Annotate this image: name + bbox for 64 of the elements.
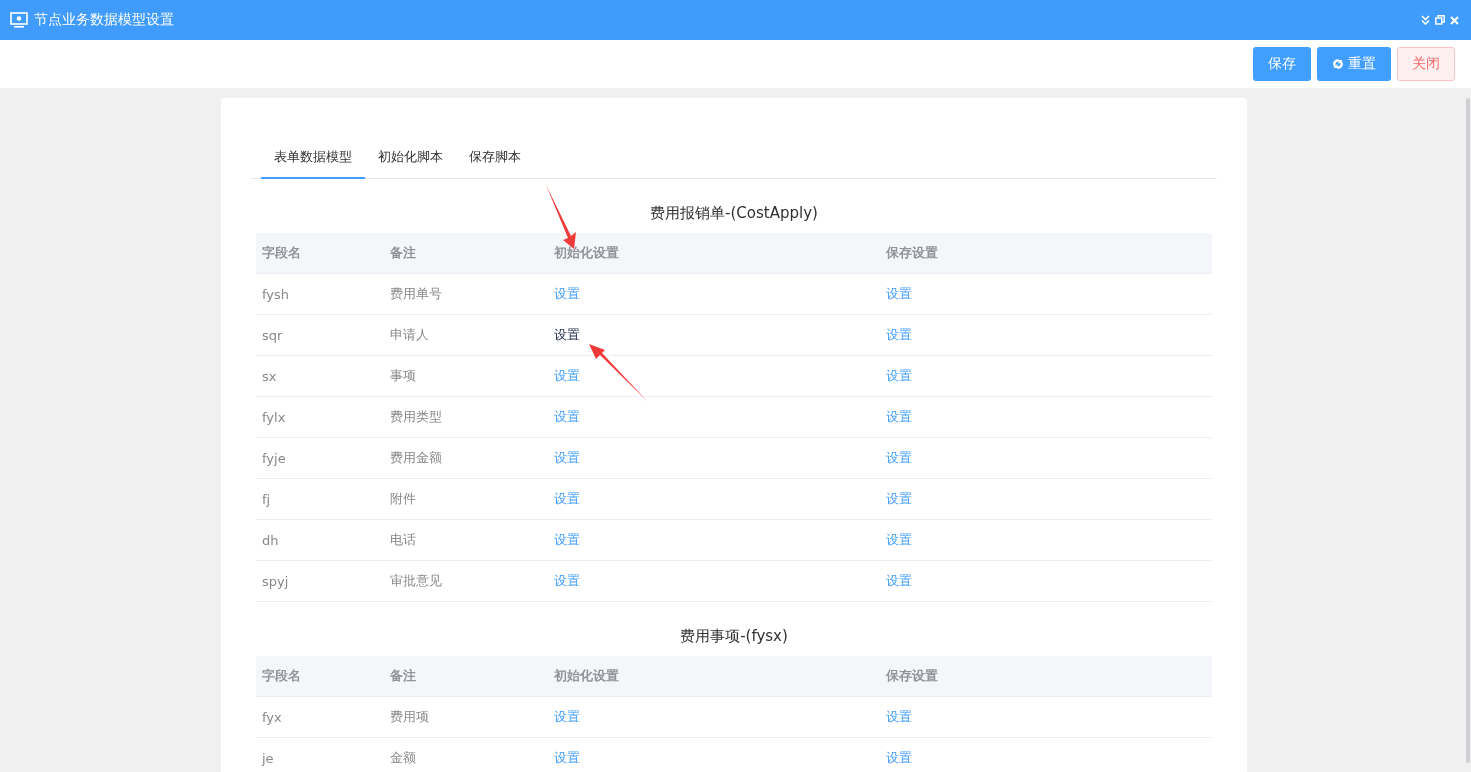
settings-link[interactable]: 设置 (886, 709, 912, 724)
table-cell: 费用类型 (390, 408, 442, 426)
settings-link[interactable]: 设置 (554, 409, 580, 424)
table-cell: 费用单号 (390, 285, 442, 303)
table-cell: 申请人 (390, 326, 429, 344)
settings-link[interactable]: 设置 (886, 573, 912, 588)
column-header: 字段名 (262, 244, 301, 262)
column-header: 保存设置 (886, 244, 938, 262)
settings-link[interactable]: 设置 (554, 327, 580, 342)
table-title: 费用报销单-(CostApply) (650, 203, 818, 224)
column-header: 初始化设置 (554, 244, 619, 262)
table-cell: 费用项 (390, 708, 429, 726)
restore-icon[interactable] (1435, 15, 1445, 25)
table-cell: spyj (262, 573, 289, 589)
table-cell: sx (262, 368, 277, 384)
reset-button[interactable]: 重置 (1317, 47, 1391, 81)
table-cell: fyx (262, 709, 282, 725)
settings-link[interactable]: 设置 (886, 368, 912, 383)
settings-link[interactable]: 设置 (554, 368, 580, 383)
table-cell: 电话 (390, 531, 416, 549)
settings-link[interactable]: 设置 (554, 491, 580, 506)
close-icon[interactable] (1450, 15, 1459, 25)
settings-link[interactable]: 设置 (886, 532, 912, 547)
table-cell: 审批意见 (390, 572, 442, 590)
settings-link[interactable]: 设置 (886, 491, 912, 506)
settings-link[interactable]: 设置 (554, 532, 580, 547)
table-title: 费用事项-(fysx) (680, 626, 788, 647)
settings-link[interactable]: 设置 (554, 286, 580, 301)
settings-link[interactable]: 设置 (554, 709, 580, 724)
settings-link[interactable]: 设置 (886, 409, 912, 424)
tab[interactable]: 表单数据模型 (261, 138, 365, 179)
table-cell: je (262, 750, 274, 766)
table-cell: fj (262, 491, 271, 507)
settings-link[interactable]: 设置 (554, 750, 580, 765)
table-cell: fysh (262, 286, 290, 302)
window-title: 节点业务数据模型设置 (34, 11, 174, 29)
annotation-arrow (589, 344, 647, 401)
column-header: 备注 (390, 667, 416, 685)
table-cell: 金额 (390, 749, 416, 767)
column-header: 字段名 (262, 667, 301, 685)
settings-link[interactable]: 设置 (886, 450, 912, 465)
tab[interactable]: 保存脚本 (456, 138, 534, 179)
monitor-icon (10, 12, 28, 28)
collapse-icon[interactable] (1421, 15, 1430, 25)
table-cell: sqr (262, 327, 283, 343)
settings-link[interactable]: 设置 (554, 450, 580, 465)
table-cell: 事项 (390, 367, 416, 385)
table-cell: 附件 (390, 490, 416, 508)
scrollbar[interactable] (1466, 98, 1470, 763)
column-header: 保存设置 (886, 667, 938, 685)
column-header: 备注 (390, 244, 416, 262)
table-cell: fylx (262, 409, 286, 425)
table-cell: dh (262, 532, 279, 548)
close-button[interactable]: 关闭 (1397, 47, 1455, 81)
settings-link[interactable]: 设置 (886, 286, 912, 301)
settings-link[interactable]: 设置 (554, 573, 580, 588)
table-cell: fyje (262, 450, 286, 466)
table-cell: 费用金额 (390, 449, 442, 467)
settings-link[interactable]: 设置 (886, 750, 912, 765)
tab[interactable]: 初始化脚本 (365, 138, 456, 179)
settings-link[interactable]: 设置 (886, 327, 912, 342)
save-button[interactable]: 保存 (1253, 47, 1311, 81)
column-header: 初始化设置 (554, 667, 619, 685)
refresh-icon (1332, 58, 1344, 70)
